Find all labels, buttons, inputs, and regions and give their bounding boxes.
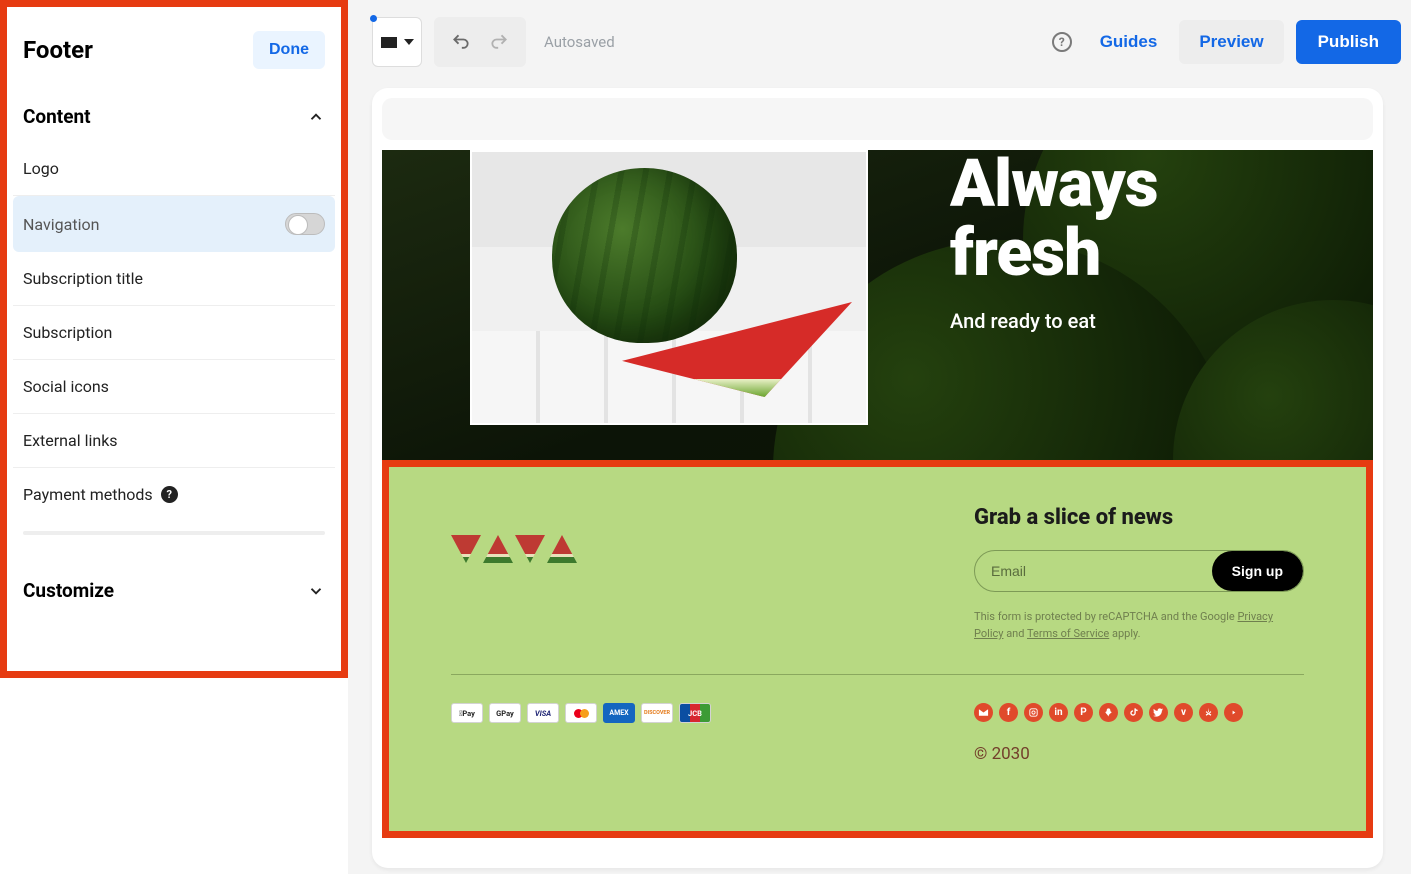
yelp-icon[interactable]	[1199, 703, 1218, 722]
content-item-label: Payment methods	[23, 485, 153, 504]
chevron-down-icon	[307, 582, 325, 600]
redo-icon	[489, 32, 509, 52]
mastercard-icon	[565, 703, 597, 723]
instagram-icon[interactable]	[1024, 703, 1043, 722]
chevron-up-icon	[307, 108, 325, 126]
hero-title-line: Always	[950, 150, 1158, 223]
twitter-icon[interactable]	[1149, 703, 1168, 722]
navigation-toggle[interactable]	[285, 213, 325, 235]
newsletter-block: Grab a slice of news Sign up This form i…	[974, 505, 1304, 642]
content-item-social-icons[interactable]: Social icons	[13, 360, 335, 414]
content-item-label: Subscription	[23, 323, 112, 342]
email-icon[interactable]	[974, 703, 993, 722]
youtube-icon[interactable]	[1224, 703, 1243, 722]
content-item-label: Logo	[23, 159, 59, 178]
help-icon[interactable]: ?	[161, 486, 178, 503]
panel-title: Footer	[23, 36, 93, 64]
signup-button[interactable]: Sign up	[1212, 551, 1303, 591]
customize-section-label: Customize	[23, 579, 114, 602]
autosave-status: Autosaved	[544, 33, 615, 51]
applepay-icon: Pay	[451, 703, 483, 723]
desktop-icon	[381, 37, 397, 48]
content-item-external-links[interactable]: External links	[13, 414, 335, 468]
content-item-label: External links	[23, 431, 118, 450]
watermelon-slice-icon	[483, 535, 513, 563]
jcb-icon: JCB	[679, 703, 711, 723]
redo-button[interactable]	[480, 17, 518, 67]
content-item-subscription[interactable]: Subscription	[13, 306, 335, 360]
watermelon-icon	[552, 168, 737, 343]
content-item-label: Social icons	[23, 377, 109, 396]
googlepay-icon: GPay	[489, 703, 521, 723]
footer-logo	[451, 505, 577, 563]
editor-toolbar: Autosaved ? Guides Preview Publish	[372, 14, 1401, 70]
recaptcha-legal-text: This form is protected by reCAPTCHA and …	[974, 608, 1304, 642]
content-item-navigation[interactable]: Navigation	[13, 196, 335, 252]
preview-button[interactable]: Preview	[1179, 20, 1283, 64]
email-input[interactable]	[975, 551, 1212, 591]
content-item-label: Navigation	[23, 215, 99, 234]
content-section-toggle[interactable]: Content	[7, 91, 341, 142]
hero-title-line: fresh	[950, 215, 1100, 292]
facebook-icon[interactable]: f	[999, 703, 1018, 722]
hero-section: Always fresh And ready to eat	[382, 150, 1373, 460]
content-section-label: Content	[23, 105, 91, 128]
site-preview-canvas: Always fresh And ready to eat Grab a sli…	[372, 88, 1383, 868]
undo-button[interactable]	[442, 17, 480, 67]
footer-settings-panel: Footer Done Content Logo Navigation Subs…	[0, 0, 348, 678]
watermelon-slice-icon	[451, 535, 481, 563]
done-button[interactable]: Done	[253, 31, 325, 69]
payment-methods: Pay GPay VISA AMEX DISCOVER JCB	[451, 703, 711, 723]
chevron-down-icon	[404, 39, 414, 45]
guides-button[interactable]: Guides	[1090, 32, 1168, 52]
undo-redo-group	[434, 17, 526, 67]
legal-text: and	[1003, 627, 1027, 640]
footer-preview[interactable]: Grab a slice of news Sign up This form i…	[382, 460, 1373, 838]
help-button[interactable]: ?	[1052, 32, 1072, 52]
customize-section-toggle[interactable]: Customize	[7, 565, 341, 616]
watermelon-slice-icon	[515, 535, 545, 563]
vimeo-icon[interactable]: v	[1174, 703, 1193, 722]
undo-icon	[451, 32, 471, 52]
visa-icon: VISA	[527, 703, 559, 723]
unsaved-dot-icon	[370, 15, 377, 22]
linkedin-icon[interactable]: in	[1049, 703, 1068, 722]
discover-icon: DISCOVER	[641, 703, 673, 723]
snapchat-icon[interactable]	[1099, 703, 1118, 722]
legal-text: This form is protected by reCAPTCHA and …	[974, 610, 1237, 623]
terms-of-service-link[interactable]: Terms of Service	[1027, 627, 1109, 640]
pinterest-icon[interactable]: P	[1074, 703, 1093, 722]
device-switcher[interactable]	[372, 17, 422, 67]
footer-divider	[451, 674, 1304, 675]
newsletter-title: Grab a slice of news	[974, 505, 1304, 530]
publish-button[interactable]: Publish	[1296, 20, 1401, 64]
content-item-label: Subscription title	[23, 269, 143, 288]
content-item-subscription-title[interactable]: Subscription title	[13, 252, 335, 306]
legal-text: apply.	[1109, 627, 1140, 640]
watermelon-slice-icon	[547, 535, 577, 563]
social-icons-row: f in P v	[974, 703, 1304, 722]
section-divider	[23, 531, 325, 535]
amex-icon: AMEX	[603, 703, 635, 723]
hero-image	[470, 150, 868, 425]
canvas-header-placeholder	[382, 98, 1373, 140]
hero-subtitle: And ready to eat	[950, 309, 1343, 333]
tiktok-icon[interactable]	[1124, 703, 1143, 722]
content-item-payment-methods[interactable]: Payment methods ?	[13, 468, 335, 521]
copyright-text: © 2030	[974, 744, 1304, 764]
content-item-logo[interactable]: Logo	[13, 142, 335, 196]
